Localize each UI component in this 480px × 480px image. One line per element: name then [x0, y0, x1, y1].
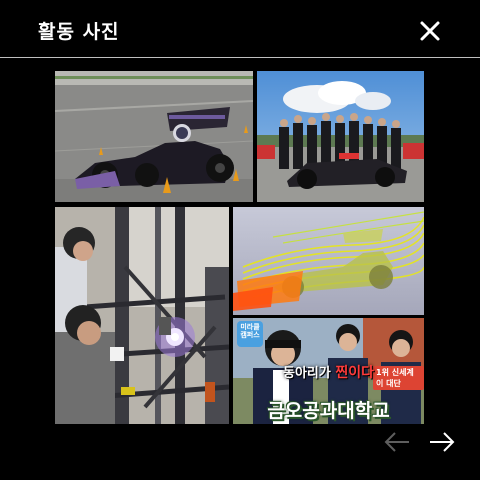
arrow-right-icon	[430, 432, 455, 452]
thumbnail-subtitle: 동아리가 찐이다	[233, 362, 424, 382]
prev-button[interactable]	[382, 430, 412, 454]
close-button[interactable]	[416, 17, 444, 45]
photo-cfd-simulation[interactable]	[233, 207, 424, 315]
header: 활동 사진	[0, 0, 480, 58]
photo-race-car-track[interactable]	[55, 71, 253, 202]
close-icon	[420, 21, 440, 41]
photo-welding-frame[interactable]	[55, 207, 229, 424]
subtitle-highlight: 찐이다	[335, 365, 374, 381]
arrow-left-icon	[384, 432, 409, 452]
header-divider	[0, 57, 480, 58]
photo-team-group[interactable]	[257, 71, 424, 202]
photo-tv-thumbnail[interactable]: 미라클 캠퍼스 1위 신세계 이 대단 동아리가 찐이다 금오공과대학교	[233, 318, 424, 424]
thumbnail-title: 금오공과대학교	[267, 400, 390, 422]
next-button[interactable]	[427, 430, 457, 454]
subtitle-prefix: 동아리가	[282, 366, 336, 381]
program-logo: 미라클 캠퍼스	[237, 321, 263, 347]
page-title: 활동 사진	[38, 21, 120, 43]
